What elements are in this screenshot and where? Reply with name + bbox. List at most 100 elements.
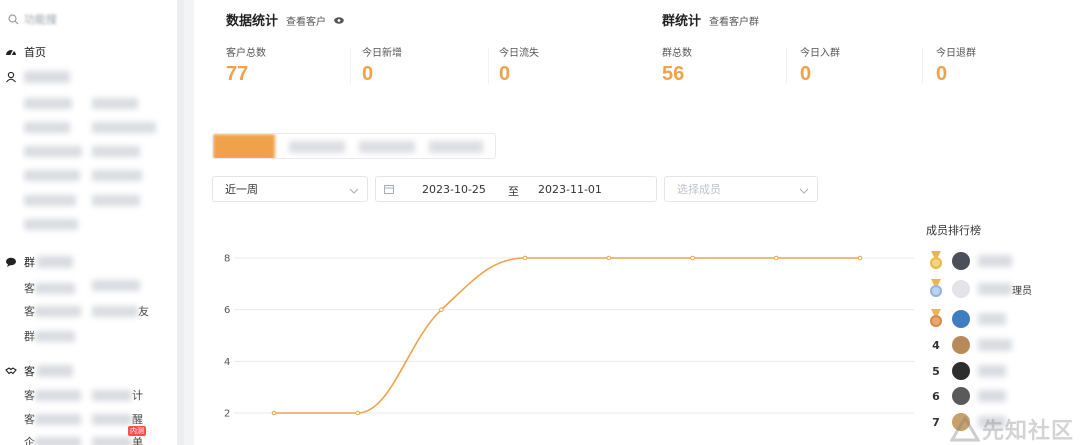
sidebar-subitem[interactable]	[24, 219, 78, 230]
period-select[interactable]: 近一周	[212, 176, 368, 202]
data-point[interactable]	[271, 410, 277, 416]
user-icon	[4, 70, 18, 84]
tab[interactable]	[359, 141, 415, 153]
sidebar-subitem[interactable]	[92, 195, 140, 206]
avatar	[952, 252, 970, 270]
sidebar-scrollbar[interactable]	[178, 0, 184, 445]
stat-label: 今日新增	[362, 48, 402, 59]
stat-value: 0	[800, 63, 812, 85]
nav-group-customer[interactable]: 客	[4, 363, 73, 379]
stat-today-new: 今日新增 0	[362, 44, 402, 86]
ranking-item[interactable]: 4	[928, 335, 1012, 355]
sidebar-subitem[interactable]	[92, 280, 140, 291]
member-name	[978, 313, 1006, 325]
gold-medal-icon	[928, 251, 944, 271]
member-select[interactable]: 选择成员	[664, 176, 818, 202]
beta-badge: 内测	[128, 426, 146, 436]
stat-today-lost: 今日流失 0	[499, 44, 539, 86]
sidebar-subitem[interactable]: 客	[24, 280, 75, 296]
group-stats-header: 群统计 查看客户群	[662, 10, 759, 29]
rank-number: 6	[932, 389, 940, 403]
start-date[interactable]: 2023-10-25	[422, 183, 486, 196]
date-range-picker[interactable]: 2023-10-25 至 2023-11-01	[375, 176, 657, 202]
sidebar-subitem[interactable]	[24, 146, 82, 157]
sidebar-subitem[interactable]	[92, 146, 140, 157]
sidebar-subitem[interactable]: 客	[24, 387, 81, 403]
stat-divider	[488, 48, 489, 84]
nav-group-home[interactable]: 首页	[4, 44, 46, 60]
ranking-item[interactable]	[928, 309, 1006, 329]
view-customers-link[interactable]: 查看客户	[286, 13, 326, 28]
sidebar-subitem[interactable]	[92, 122, 156, 133]
member-placeholder: 选择成员	[677, 183, 721, 196]
data-point[interactable]	[690, 255, 695, 261]
ranking-item[interactable]: 6	[928, 386, 1006, 406]
watermark-text: 先知社区	[981, 419, 1074, 444]
sidebar-subitem[interactable]	[24, 98, 72, 109]
chevron-down-icon	[349, 185, 359, 194]
eye-icon[interactable]	[334, 9, 344, 24]
nav-group-groups-label: 群	[24, 256, 35, 269]
nav-group-user[interactable]	[4, 70, 70, 84]
series-line	[274, 257, 860, 414]
sidebar-subitem[interactable]	[24, 122, 70, 133]
stat-divider	[786, 48, 787, 84]
stat-label: 今日退群	[936, 48, 976, 59]
nav-group-customer-label: 客	[24, 365, 35, 378]
view-groups-link[interactable]: 查看客户群	[709, 13, 759, 28]
sidebar-subitem[interactable]	[24, 170, 80, 181]
ranking-item[interactable]: 5	[928, 361, 1006, 381]
group-stats-title: 群统计	[662, 14, 702, 29]
chevron-down-icon	[799, 185, 809, 194]
member-name	[978, 365, 1006, 377]
tab[interactable]	[289, 141, 345, 153]
data-point[interactable]	[439, 307, 444, 312]
date-separator: 至	[508, 185, 519, 198]
stat-label: 今日入群	[800, 48, 840, 59]
feature-search-input[interactable]: 功能搜	[6, 8, 166, 30]
stat-value: 77	[226, 63, 249, 85]
stat-value: 56	[662, 63, 685, 85]
tab-active[interactable]	[213, 134, 275, 158]
app-root: 功能搜 首页 群 客 客 友 群 客 客 计 客 醒 企 单 内测 数据统计 查…	[0, 0, 1080, 445]
data-point[interactable]	[773, 255, 779, 261]
stat-total-customers: 客户总数 77	[226, 44, 266, 86]
silver-medal-icon	[928, 279, 944, 299]
data-point[interactable]	[355, 410, 361, 416]
data-point[interactable]	[857, 255, 863, 261]
sidebar-subitem[interactable]	[92, 170, 142, 181]
stat-divider	[922, 48, 923, 84]
y-tick-label: 4	[224, 357, 230, 368]
member-name	[978, 339, 1012, 351]
sidebar-subitem[interactable]	[24, 195, 76, 206]
end-date[interactable]: 2023-11-01	[538, 183, 602, 196]
sidebar-subitem[interactable]: 群	[24, 328, 75, 344]
nav-group-home-label: 首页	[24, 46, 46, 59]
nav-group-groups[interactable]: 群	[4, 254, 73, 270]
data-point[interactable]	[606, 255, 612, 261]
data-point[interactable]	[522, 255, 528, 261]
stat-label: 今日流失	[499, 48, 539, 59]
stat-value: 0	[936, 63, 948, 85]
tab[interactable]	[429, 141, 483, 153]
sidebar-subitem[interactable]: 计	[92, 387, 143, 403]
sidebar-subitem[interactable]: 客	[24, 411, 81, 427]
sidebar-subitem[interactable]: 友	[92, 303, 149, 319]
avatar	[952, 336, 970, 354]
sidebar-subitem[interactable]: 客	[24, 303, 81, 319]
ranking-title: 成员排行榜	[926, 224, 981, 237]
y-tick-label: 8	[224, 254, 230, 265]
watermark-logo-icon	[949, 415, 981, 442]
stat-today-leave: 今日退群 0	[936, 44, 976, 86]
stat-label: 群总数	[662, 48, 692, 59]
ranking-item[interactable]: 理员	[928, 279, 1032, 299]
bronze-medal-icon	[928, 309, 944, 329]
stat-value: 0	[499, 63, 511, 85]
sidebar-subitem[interactable]	[92, 98, 138, 109]
member-name: 理员	[978, 282, 1032, 297]
ranking-item[interactable]	[928, 251, 1012, 271]
sidebar-subitem[interactable]: 企	[24, 434, 81, 445]
sidebar-subitem[interactable]: 醒	[92, 411, 143, 427]
avatar	[952, 280, 970, 298]
stats-tabs	[212, 133, 496, 159]
